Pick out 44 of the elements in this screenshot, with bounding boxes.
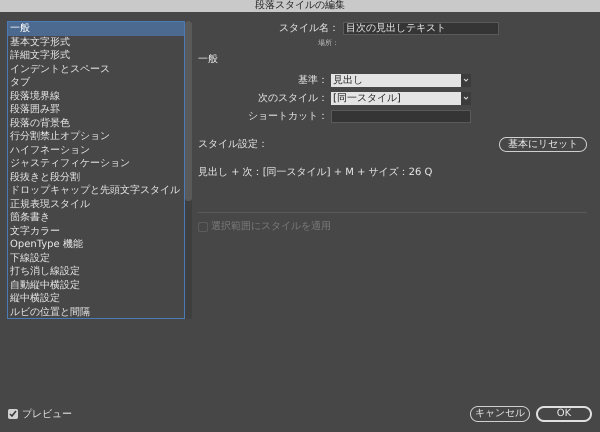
category-item[interactable]: 下線設定	[8, 252, 184, 265]
category-item[interactable]: 段抜きと段分割	[8, 170, 184, 184]
cancel-button[interactable]: キャンセル	[470, 406, 530, 422]
category-item[interactable]: 正規表現スタイル	[8, 198, 184, 211]
style-summary: 見出し + 次：[同一スタイル] + M + サイズ：26 Q	[198, 167, 432, 178]
category-item[interactable]: 一般	[8, 22, 184, 36]
style-name-label: スタイル名：	[278, 22, 339, 36]
category-item[interactable]: 行分割禁止オプション	[8, 130, 184, 144]
category-item[interactable]: 縦中横設定	[8, 292, 184, 306]
style-name-field[interactable]: 目次の見出しテキスト	[343, 22, 499, 35]
category-item[interactable]: ドロップキャップと先頭文字スタイル	[8, 184, 184, 198]
preview-label: プレビュー	[22, 408, 72, 422]
category-item[interactable]: 文字カラー	[8, 224, 184, 238]
ok-button[interactable]: OK	[536, 406, 592, 422]
dropdown-value: 見出し	[332, 74, 364, 88]
window-title: 段落スタイルの編集	[255, 0, 345, 12]
category-item[interactable]: 段落囲み罫	[8, 103, 184, 116]
category-item[interactable]: タブ	[8, 76, 184, 90]
shortcut-field[interactable]	[331, 110, 471, 123]
scrollbar[interactable]	[185, 21, 192, 319]
category-item[interactable]: 段落の背景色	[8, 116, 184, 130]
category-item[interactable]: ハイフネーション	[8, 144, 184, 157]
category-item[interactable]: 基本文字形式	[8, 36, 184, 49]
dropdown-value: [同一スタイル]	[332, 92, 402, 106]
caret-icon	[461, 92, 471, 105]
category-item[interactable]: 自動縦中横設定	[8, 278, 184, 292]
dropdown[interactable]: [同一スタイル]	[331, 92, 471, 105]
category-item[interactable]: インデントとスペース	[8, 62, 184, 76]
category-item[interactable]: OpenType 機能	[8, 238, 184, 252]
field-label: 基準：	[297, 74, 328, 88]
field-label: 次のスタイル：	[257, 92, 328, 106]
category-item[interactable]: 詳細文字形式	[8, 49, 184, 62]
section-title: 一般	[198, 53, 219, 67]
category-item[interactable]: ルビの位置と間隔	[8, 306, 184, 318]
category-item[interactable]: ジャスティフィケーション	[8, 157, 184, 170]
category-item[interactable]: 段落境界線	[8, 90, 184, 103]
category-item[interactable]: 箇条書き	[8, 211, 184, 224]
field-label: ショートカット：	[247, 110, 328, 124]
dropdown[interactable]: 見出し	[331, 74, 471, 87]
category-item[interactable]: 打ち消し線設定	[8, 265, 184, 278]
style-settings-label: スタイル設定：	[198, 138, 268, 152]
checkbox[interactable]	[8, 409, 18, 419]
reset-button[interactable]: 基本にリセット	[499, 137, 587, 152]
caret-icon	[461, 74, 471, 87]
